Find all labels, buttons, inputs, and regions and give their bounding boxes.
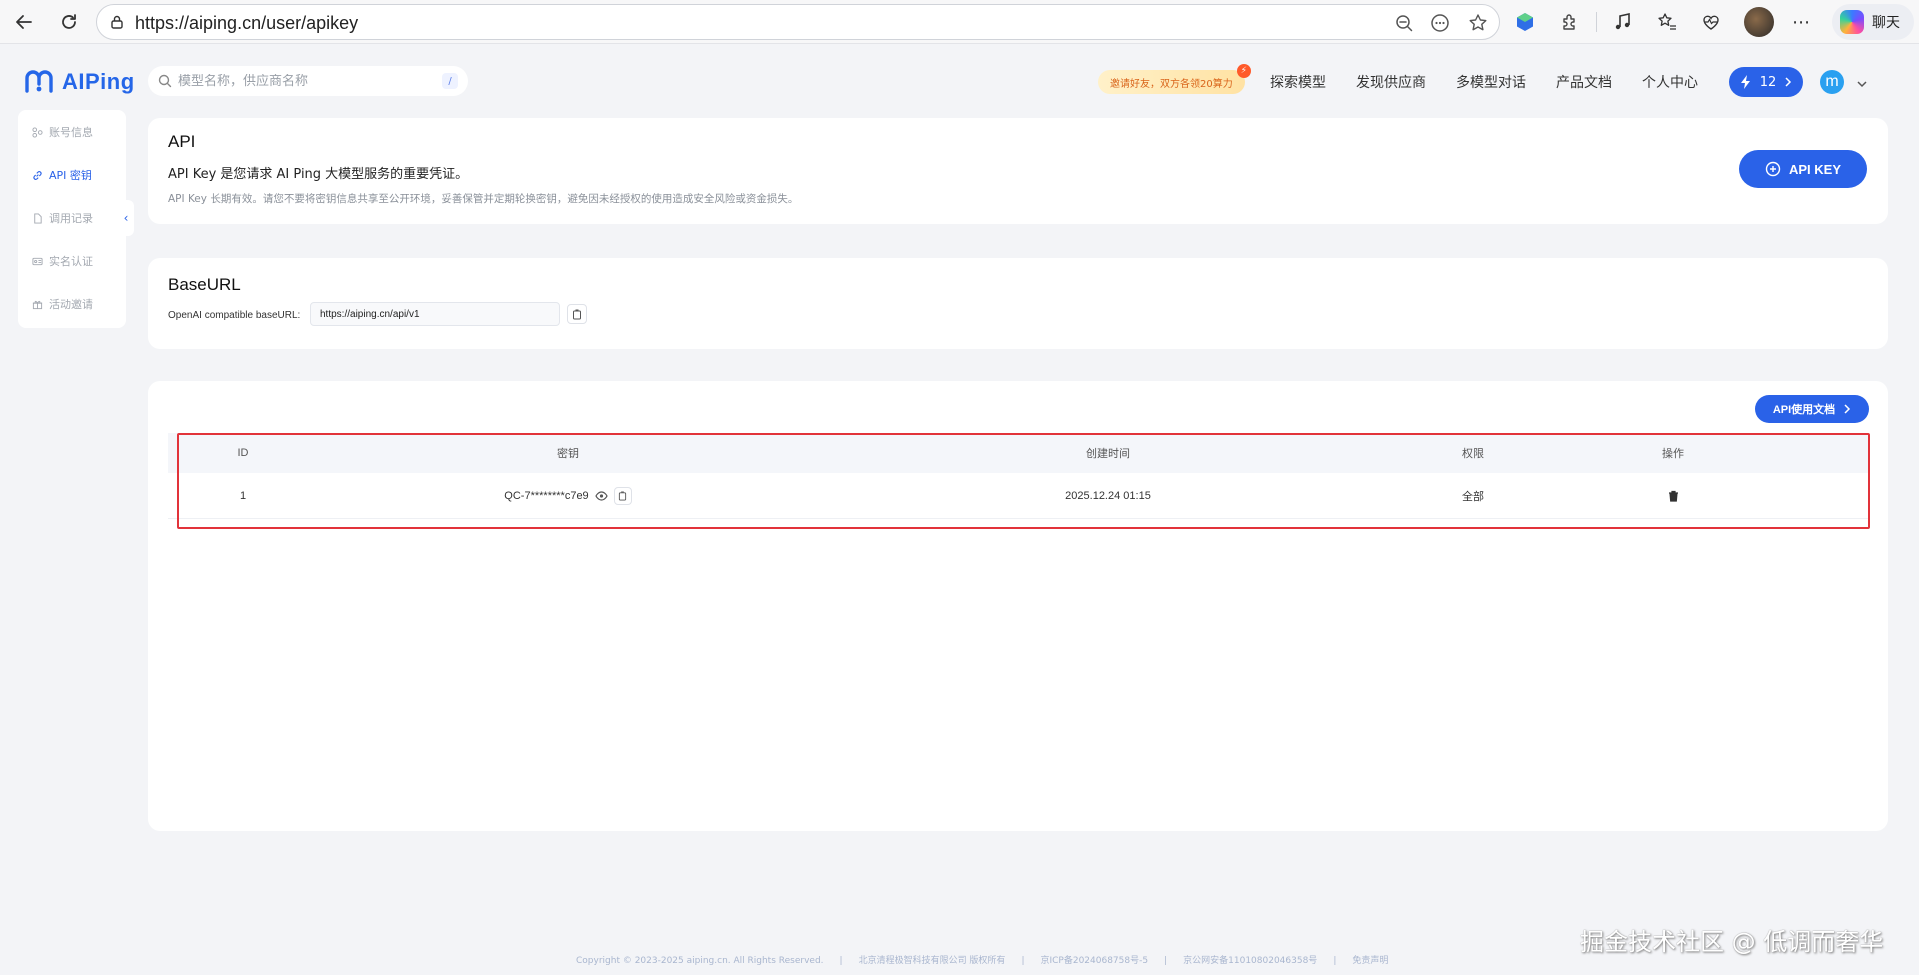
media-music-icon[interactable] bbox=[1610, 9, 1636, 35]
copy-base-url-button[interactable] bbox=[567, 304, 587, 324]
base-url-title: BaseURL bbox=[168, 275, 241, 294]
back-arrow-icon[interactable] bbox=[10, 8, 38, 36]
brand-name: AIPing bbox=[62, 69, 135, 94]
more-options-circle-icon[interactable] bbox=[1429, 12, 1451, 34]
account-icon bbox=[32, 126, 43, 138]
lightning-burst-icon: ⚡ bbox=[1236, 64, 1251, 78]
copilot-icon bbox=[1840, 10, 1864, 34]
browser-toolbar: https://aiping.cn/user/apikey ⋯ 聊天 bbox=[0, 0, 1919, 44]
sidebar-item-account[interactable]: 账号信息 bbox=[32, 122, 93, 142]
user-avatar[interactable]: m bbox=[1820, 70, 1844, 94]
credits-count: 12 bbox=[1759, 74, 1777, 90]
extension-cube-icon[interactable] bbox=[1512, 9, 1538, 35]
search-icon bbox=[158, 74, 172, 88]
chevron-right-icon bbox=[1844, 404, 1851, 414]
api-note: API Key 长期有效。请您不要将密钥信息共享至公开环境，妥善保管并定期轮换密… bbox=[168, 193, 799, 205]
base-url-card: BaseURL OpenAI compatible baseURL: https… bbox=[148, 258, 1888, 349]
logo-mark-icon bbox=[25, 70, 53, 93]
favorites-list-icon[interactable] bbox=[1654, 9, 1680, 35]
footer-icp[interactable]: 京ICP备2024068758号-5 bbox=[1040, 956, 1148, 966]
sidebar-item-label: 账号信息 bbox=[49, 126, 93, 139]
id-card-icon bbox=[32, 257, 43, 265]
brand-logo[interactable]: AIPing bbox=[24, 68, 135, 96]
nav-product-docs[interactable]: 产品文档 bbox=[1556, 72, 1612, 92]
nav-personal-center[interactable]: 个人中心 bbox=[1642, 72, 1698, 92]
more-menu-icon[interactable]: ⋯ bbox=[1788, 9, 1814, 35]
address-bar[interactable]: https://aiping.cn/user/apikey bbox=[96, 4, 1500, 40]
chevron-right-icon bbox=[1785, 77, 1792, 87]
base-url-label: OpenAI compatible baseURL: bbox=[168, 310, 301, 321]
lightning-icon bbox=[1740, 75, 1750, 89]
profile-avatar[interactable] bbox=[1744, 7, 1774, 37]
copilot-chat-button[interactable]: 聊天 bbox=[1832, 4, 1914, 40]
toolbar-divider bbox=[1596, 12, 1597, 32]
footer-disclaimer[interactable]: 免责声明 bbox=[1352, 956, 1388, 966]
nav-discover-providers[interactable]: 发现供应商 bbox=[1356, 72, 1426, 92]
highlight-annotation bbox=[177, 433, 1870, 529]
puzzle-extensions-icon[interactable] bbox=[1557, 9, 1583, 35]
chevron-down-icon[interactable] bbox=[1856, 74, 1868, 93]
api-docs-label: API使用文档 bbox=[1772, 404, 1836, 416]
zoom-out-icon[interactable] bbox=[1393, 12, 1415, 34]
api-description: API Key 是您请求 AI Ping 大模型服务的重要凭证。 bbox=[168, 167, 469, 182]
sidebar-item-label: 实名认证 bbox=[49, 255, 93, 268]
sidebar-item-label: 调用记录 bbox=[49, 212, 93, 225]
sidebar-item-api-keys[interactable]: API 密钥 bbox=[32, 165, 92, 185]
search-shortcut-badge: / bbox=[442, 73, 458, 89]
base-url-field[interactable]: https://aiping.cn/api/v1 bbox=[310, 302, 560, 326]
api-docs-button[interactable]: API使用文档 bbox=[1755, 395, 1869, 423]
copy-icon bbox=[573, 309, 581, 319]
footer-separator: | bbox=[1021, 956, 1025, 966]
api-key-card: API API Key 是您请求 AI Ping 大模型服务的重要凭证。 API… bbox=[148, 118, 1888, 224]
credits-button[interactable]: 12 bbox=[1729, 67, 1803, 97]
account-sidebar: 账号信息 API 密钥 调用记录 实名认证 活动邀请 bbox=[18, 110, 126, 328]
footer-company: 北京清程极智科技有限公司 版权所有 bbox=[858, 956, 1006, 966]
chat-label: 聊天 bbox=[1872, 15, 1900, 31]
promo-text: 邀请好友，双方各领20算力 bbox=[1110, 78, 1233, 90]
favorite-star-icon[interactable] bbox=[1467, 12, 1489, 34]
footer-separator: | bbox=[839, 956, 843, 966]
sidebar-item-label: API 密钥 bbox=[49, 169, 92, 182]
footer-copyright: Copyright © 2023-2025 aiping.cn. All Rig… bbox=[576, 956, 824, 966]
api-title: API bbox=[168, 132, 196, 151]
create-api-key-label: API KEY bbox=[1788, 161, 1841, 177]
footer-separator: | bbox=[1164, 956, 1168, 966]
footer-separator: | bbox=[1333, 956, 1337, 966]
page-footer: Copyright © 2023-2025 aiping.cn. All Rig… bbox=[568, 953, 1396, 966]
lock-icon[interactable] bbox=[109, 14, 125, 34]
search-input[interactable] bbox=[178, 73, 428, 89]
footer-police-record[interactable]: 京公网安备11010802046358号 bbox=[1183, 956, 1317, 966]
sidebar-item-verification[interactable]: 实名认证 bbox=[32, 251, 93, 271]
nav-explore-models[interactable]: 探索模型 bbox=[1270, 72, 1326, 92]
invite-promo-badge[interactable]: 邀请好友，双方各领20算力 ⚡ bbox=[1098, 64, 1251, 94]
link-icon bbox=[33, 170, 42, 180]
nav-multi-model-chat[interactable]: 多模型对话 bbox=[1456, 72, 1526, 92]
model-search[interactable]: / bbox=[148, 66, 468, 96]
sidebar-item-call-records[interactable]: 调用记录 bbox=[32, 208, 93, 228]
sidebar-item-label: 活动邀请 bbox=[49, 298, 93, 311]
create-api-key-button[interactable]: API KEY bbox=[1739, 150, 1867, 188]
reload-icon[interactable] bbox=[55, 8, 83, 36]
health-heart-icon[interactable] bbox=[1698, 9, 1724, 35]
gift-icon bbox=[32, 300, 43, 309]
plus-circle-icon bbox=[1765, 161, 1781, 177]
address-url[interactable]: https://aiping.cn/user/apikey bbox=[135, 13, 358, 34]
sidebar-collapse-toggle[interactable]: ‹ bbox=[118, 200, 134, 236]
sidebar-item-invite[interactable]: 活动邀请 bbox=[32, 294, 93, 314]
document-icon bbox=[34, 212, 42, 224]
watermark-text: 掘金技术社区 @ 低调而奢华 bbox=[1580, 928, 1884, 956]
